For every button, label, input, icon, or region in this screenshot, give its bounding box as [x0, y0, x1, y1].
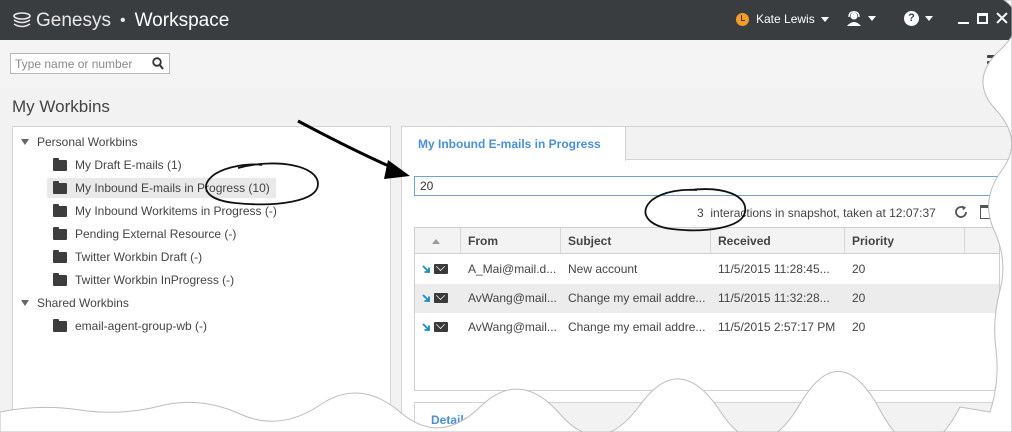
interactions-grid: From Subject Received Priority A_Mai@mai…: [414, 227, 1000, 391]
help-menu[interactable]: ?: [904, 11, 933, 26]
help-icon: ?: [904, 11, 919, 26]
tree-item-label: My Inbound Workitems in Progress (-): [75, 204, 277, 218]
window-controls: [958, 12, 1008, 24]
cell-from: AvWang@mail...: [468, 291, 557, 305]
workbin-tree: Personal Workbins My Draft E-mails (1) M…: [12, 126, 391, 432]
brand: Genesys • Workspace: [12, 8, 229, 34]
cell-priority: 20: [852, 320, 866, 334]
sort-column[interactable]: [415, 228, 461, 254]
maximize-icon[interactable]: [977, 12, 988, 24]
details-panel: Details: [414, 402, 1004, 432]
cell-from: A_Mai@mail.d...: [468, 262, 557, 276]
inbound-arrow-icon: [422, 293, 430, 302]
presence-ready-icon: [736, 12, 749, 26]
agent-headset-icon: [847, 11, 861, 26]
grid-header: From Subject Received Priority: [415, 228, 999, 254]
email-icon: [434, 322, 448, 332]
chevron-down-icon: [925, 16, 933, 21]
snapshot-text: interactions in snapshot, taken at 12:07…: [710, 206, 936, 220]
email-icon: [434, 293, 448, 303]
tree-item-label: Twitter Workbin Draft (-): [75, 250, 203, 264]
tree-item-email-agent-group[interactable]: email-agent-group-wb (-): [53, 316, 207, 336]
tree-item-inbound-emails[interactable]: My Inbound E-mails in Progress (10): [47, 178, 276, 198]
folder-icon: [53, 318, 67, 332]
brand-name: Genesys: [36, 10, 111, 31]
close-icon[interactable]: [996, 12, 1008, 24]
cell-priority: 20: [852, 291, 866, 305]
user-name: Kate Lewis: [756, 12, 815, 26]
inbound-arrow-icon: [422, 322, 430, 331]
workbin-filter: [414, 176, 1004, 196]
cell-priority: 20: [852, 262, 866, 276]
tree-item-label: My Inbound E-mails in Progress (10): [75, 181, 270, 195]
table-row[interactable]: A_Mai@mail.d... New account 11/5/2015 11…: [415, 255, 999, 284]
main-menu-icon[interactable]: [987, 55, 1003, 71]
tree-group-shared[interactable]: Shared Workbins: [21, 293, 129, 313]
snapshot-status: 3 interactions in snapshot, taken at 12:…: [697, 206, 936, 220]
table-row[interactable]: AvWang@mail... Change my email addre... …: [415, 284, 999, 313]
user-status-menu[interactable]: Kate Lewis: [736, 12, 829, 26]
sort-ascending-icon: [432, 239, 440, 245]
tab-details[interactable]: Details: [415, 403, 491, 432]
maximize-view-icon[interactable]: [980, 205, 996, 219]
top-bar: Genesys • Workspace Kate Lewis ?: [0, 0, 1012, 40]
tree-item-label: email-agent-group-wb (-): [75, 319, 208, 333]
search-icon[interactable]: [152, 57, 164, 70]
cell-subject: Change my email addre...: [568, 291, 706, 305]
tree-item-twitter-draft[interactable]: Twitter Workbin Draft (-): [53, 247, 202, 267]
expand-triangle-icon[interactable]: [21, 139, 29, 145]
agent-menu[interactable]: [846, 11, 876, 26]
column-priority[interactable]: Priority: [845, 228, 965, 254]
cell-subject: Change my email addre...: [568, 320, 706, 334]
toolbar: [0, 40, 1012, 88]
workbins-view: My Workbins Personal Workbins My Draft E…: [0, 88, 1012, 432]
search-input[interactable]: [11, 54, 147, 73]
filter-input[interactable]: [415, 177, 1003, 195]
minimize-icon[interactable]: [958, 12, 969, 24]
folder-open-icon: [53, 180, 67, 194]
tree-item-label: Twitter Workbin InProgress (-): [75, 273, 235, 287]
folder-icon: [53, 226, 67, 240]
folder-icon: [53, 203, 67, 217]
tree-group-label: Personal Workbins: [37, 135, 138, 149]
tree-group-personal[interactable]: Personal Workbins: [21, 132, 138, 152]
genesys-logo-icon: [13, 12, 31, 28]
folder-icon: [53, 249, 67, 263]
chevron-down-icon: [868, 16, 876, 21]
tab-inbound-emails[interactable]: My Inbound E-mails in Progress: [402, 127, 626, 161]
tree-item-inbound-workitems[interactable]: My Inbound Workitems in Progress (-): [53, 201, 277, 221]
workbin-content-panel: My Inbound E-mails in Progress 3 interac…: [401, 126, 1012, 432]
brand-separator: •: [119, 12, 126, 29]
chevron-down-icon: [820, 16, 829, 22]
product-name: Workspace: [134, 10, 230, 31]
workbin-tabbar: My Inbound E-mails in Progress: [402, 127, 1012, 161]
cell-received: 11/5/2015 11:28:45...: [718, 262, 830, 276]
column-from[interactable]: From: [461, 228, 561, 254]
expand-triangle-icon[interactable]: [21, 300, 29, 306]
page-title: My Workbins: [12, 97, 110, 116]
cell-received: 11/5/2015 11:32:28...: [718, 291, 830, 305]
refresh-icon[interactable]: [953, 204, 969, 220]
cell-subject: New account: [568, 262, 638, 276]
cell-from: AvWang@mail...: [468, 320, 557, 334]
tree-item-label: My Draft E-mails (1): [75, 158, 182, 172]
folder-icon: [53, 272, 67, 286]
tree-item-twitter-inprogress[interactable]: Twitter Workbin InProgress (-): [53, 270, 234, 290]
tree-group-label: Shared Workbins: [37, 296, 129, 310]
inbound-arrow-icon: [422, 264, 430, 273]
table-row[interactable]: AvWang@mail... Change my email addre... …: [415, 313, 999, 342]
tree-item-draft-emails[interactable]: My Draft E-mails (1): [53, 155, 182, 175]
cell-received: 11/5/2015 2:57:17 PM: [718, 320, 836, 334]
team-communicator-search: [10, 53, 170, 74]
snapshot-count: 3: [697, 206, 704, 220]
tree-item-label: Pending External Resource (-): [75, 227, 237, 241]
folder-icon: [53, 157, 67, 171]
tree-item-pending-external[interactable]: Pending External Resource (-): [53, 224, 236, 244]
column-subject[interactable]: Subject: [561, 228, 711, 254]
column-received[interactable]: Received: [711, 228, 845, 254]
email-icon: [434, 264, 448, 274]
